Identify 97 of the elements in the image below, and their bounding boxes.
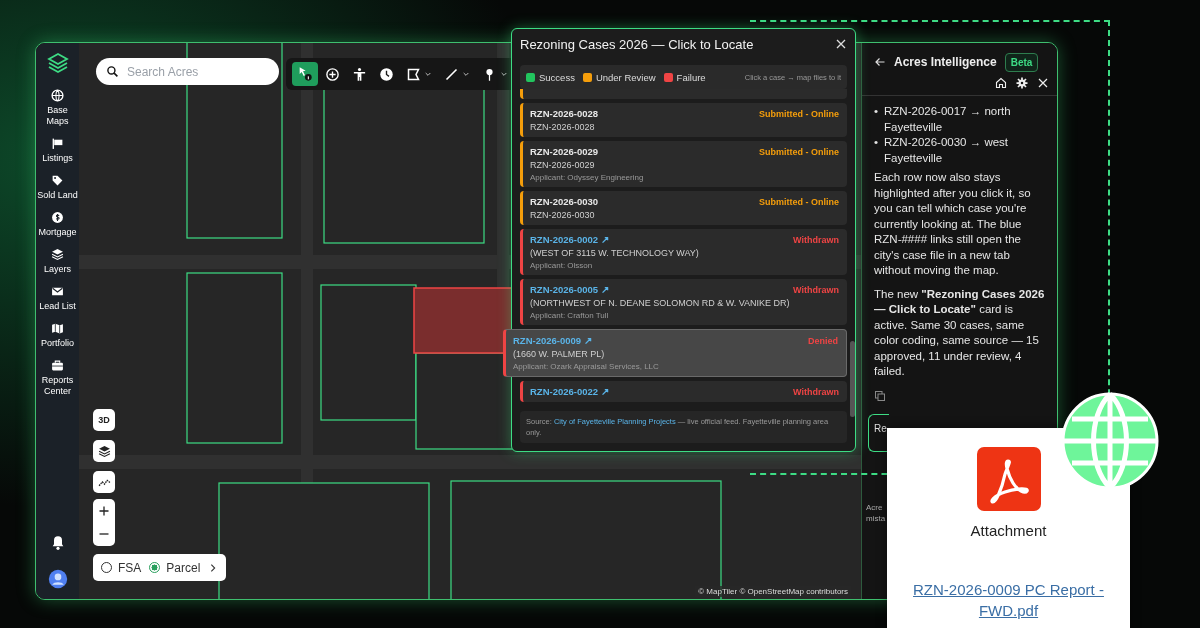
case-row[interactable]: RZN-2026-0002 ↗ Withdrawn (WEST OF 3115 W. TECHNOLOGY WAY) Applicant: Olsson: [520, 229, 847, 275]
back-arrow-icon: [874, 56, 886, 68]
case-applicant: Applicant: Odyssey Engineering: [530, 173, 645, 182]
layers-button[interactable]: [93, 440, 115, 462]
case-link[interactable]: RZN-2026-0005 ↗: [530, 284, 609, 295]
case-status: Submitted - Online: [759, 108, 839, 119]
envelope-icon: [51, 285, 64, 298]
case-link[interactable]: RZN-2026-0009 ↗: [513, 335, 592, 346]
search-field[interactable]: Search Acres: [96, 58, 279, 85]
sidebar-item[interactable]: Portfolio: [36, 322, 79, 349]
trend-button[interactable]: [93, 471, 115, 493]
settings-button[interactable]: [1016, 77, 1028, 89]
briefcase-icon: [51, 359, 64, 372]
tag-icon: [51, 174, 64, 187]
mode-option[interactable]: Parcel: [149, 560, 201, 575]
person-icon: [352, 66, 367, 82]
sidebar-item[interactable]: Lead List: [36, 285, 79, 312]
3d-button[interactable]: 3D: [93, 409, 115, 431]
tool-button[interactable]: [292, 62, 318, 86]
bullet-text: RZN-2026-0030 → west Fayetteville: [884, 135, 1010, 166]
sidebar-item[interactable]: Listings: [36, 137, 79, 164]
legend-label: Under Review: [595, 71, 656, 83]
home-icon: [995, 77, 1007, 89]
case-status: Submitted - Online: [759, 196, 839, 207]
case-address: RZN-2026-0029: [530, 160, 596, 170]
polygon-icon: [406, 66, 421, 82]
home-button[interactable]: [995, 77, 1007, 89]
case-status: Submitted - Online: [759, 146, 839, 157]
map-attribution: © MapTiler © OpenStreetMap contributors: [695, 586, 851, 597]
legend-label: Failure: [676, 71, 706, 83]
back-button[interactable]: [874, 56, 886, 68]
map-icon: [51, 322, 64, 335]
plus-circle-icon: [325, 66, 340, 82]
case-applicant: Applicant: Olsson: [530, 261, 594, 270]
avatar-icon[interactable]: [47, 569, 68, 589]
sidebar-item[interactable]: Base Maps: [36, 89, 79, 127]
mode-option[interactable]: FSA: [101, 560, 142, 575]
case-row[interactable]: RZN-2026-0029 Submitted - Online RZN-2026-0029 Applicant: Odyssey Engineering: [520, 141, 847, 187]
sidebar-item[interactable]: Sold Land: [36, 174, 79, 201]
case-status: Denied: [808, 335, 838, 346]
dollar-icon: [51, 211, 64, 224]
line-icon: [444, 66, 459, 82]
file-link[interactable]: RZN-2026-0009 PC Report - FWD.pdf: [908, 579, 1109, 621]
case-row[interactable]: RZN-2026-0005 ↗ Withdrawn (NORTHWEST OF N. DEANE SOLOMON RD & W. VANIKE DR) Applicant: Crafton Tull: [520, 279, 847, 325]
settings-icon: [1016, 77, 1028, 89]
disclaimer-text: Acre: [866, 501, 883, 513]
case-id: RZN-2026-0028: [530, 108, 599, 119]
beta-badge: Beta: [1004, 52, 1039, 72]
case-address: (WEST OF 3115 W. TECHNOLOGY WAY): [530, 248, 700, 258]
pdf-icon: [976, 447, 1041, 511]
close-icon: [1037, 77, 1049, 89]
copy-icon[interactable]: [874, 389, 886, 402]
bullet-text: RZN-2026-0017 → north Fayetteville: [884, 104, 1012, 135]
layers-icon: [51, 248, 64, 261]
flag-icon: [51, 137, 64, 150]
panel-title: Acres Intelligence: [894, 55, 997, 69]
case-applicant: Applicant: Ozark Appraisal Services, LLC: [513, 362, 660, 371]
case-row[interactable]: RZN-2026-0030 Submitted - Online RZN-2026-0030: [520, 191, 847, 225]
globe-icon: [51, 89, 64, 102]
layers-icon: [97, 444, 111, 458]
disclaimer-text: mista: [866, 512, 886, 524]
legend-label: Success: [539, 71, 575, 83]
bullet-marker: •: [874, 104, 879, 119]
plus-icon: [98, 504, 110, 517]
zoom-in-button[interactable]: [98, 504, 110, 517]
case-status: Withdrawn: [793, 386, 839, 397]
sidebar-item[interactable]: Mortgage: [36, 211, 79, 238]
case-address: (NORTHWEST OF N. DEANE SOLOMON RD & W. VANIKE DR): [530, 298, 791, 308]
sidebar-item[interactable]: Reports Center: [36, 359, 79, 397]
attachment-label: Attachment: [970, 522, 1047, 539]
close-button[interactable]: [835, 38, 847, 50]
case-id: RZN-2026-0030: [530, 196, 599, 207]
bullet-marker: •: [874, 135, 879, 150]
message-paragraph: The new "Rezoning Cases 2026 — Click to Locate" card is active. Same 30 cases, same color coding, same source — 15 approved, 11 under review, 4 failed.: [874, 286, 1046, 379]
case-id: RZN-2026-0029: [530, 146, 599, 157]
message-paragraph: Each row now also stays highlighted after you click it, so you can tell which case you're currently looking at. The blue RZN-#### links still open the city's case file in a new tab without moving the map.: [874, 170, 1032, 278]
case-status: Withdrawn: [793, 234, 839, 245]
case-address: (1660 W. PALMER PL): [513, 349, 606, 359]
search-input[interactable]: Search Acres: [125, 63, 269, 80]
case-applicant: Applicant: Crafton Tull: [530, 311, 610, 320]
close-icon: [835, 38, 847, 50]
logo-icon: [45, 51, 70, 75]
sidebar-item[interactable]: Layers: [36, 248, 79, 275]
case-link[interactable]: RZN-2026-0002 ↗: [530, 234, 609, 245]
case-row[interactable]: RZN-2026-0022 ↗ Withdrawn: [520, 381, 847, 402]
cursor-icon: [297, 66, 313, 82]
case-link[interactable]: RZN-2026-0022 ↗: [530, 386, 609, 397]
clock-icon: [379, 66, 394, 82]
case-row[interactable]: RZN-2026-0028 Submitted - Online RZN-2026-0028: [520, 103, 847, 137]
case-status: Withdrawn: [793, 284, 839, 295]
scrollbar-thumb[interactable]: [850, 341, 855, 417]
panel-title: Rezoning Cases 2026 — Click to Locate: [520, 36, 754, 52]
close-button[interactable]: [1037, 77, 1049, 89]
case-address: RZN-2026-0028: [530, 122, 596, 132]
search-icon: [106, 65, 119, 78]
case-address: RZN-2026-0030: [530, 210, 596, 220]
case-row[interactable]: RZN-2026-0009 ↗ Denied (1660 W. PALMER PL) Applicant: Ozark Appraisal Services, LLC: [503, 329, 847, 377]
